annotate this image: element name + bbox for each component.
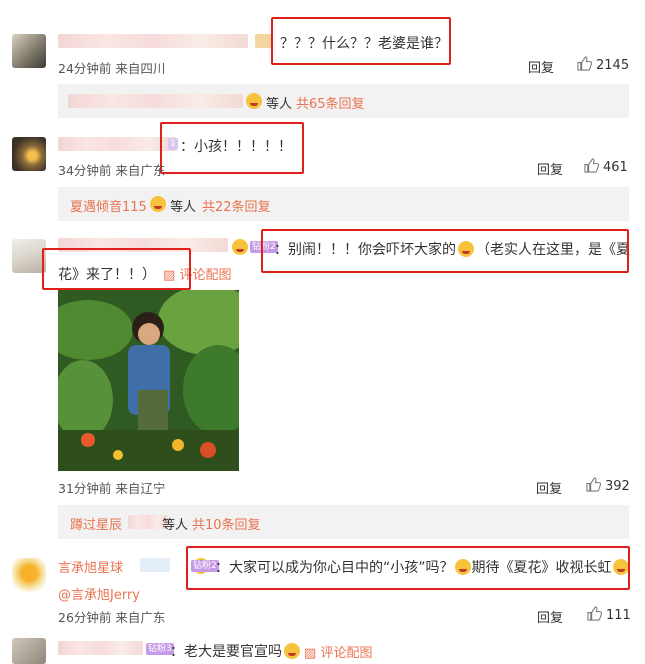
highlight-box bbox=[160, 122, 304, 174]
reply-summary[interactable]: 等人 共65条回复 bbox=[58, 84, 629, 118]
reply-count-link[interactable]: 共22条回复 bbox=[202, 196, 271, 215]
reply-username[interactable]: 蹲过星辰 bbox=[70, 514, 122, 533]
thumb-up-icon bbox=[584, 158, 600, 177]
comment-username[interactable]: 言承旭星球 bbox=[58, 557, 123, 576]
like-button[interactable]: 2145 bbox=[577, 56, 629, 75]
avatar[interactable] bbox=[12, 239, 46, 273]
reply-count-link[interactable]: 共65条回复 bbox=[296, 93, 365, 112]
reply-summary-text: 等人 bbox=[162, 518, 189, 533]
emoji-icon bbox=[232, 239, 248, 255]
thumb-up-icon bbox=[587, 606, 603, 625]
avatar[interactable] bbox=[12, 558, 46, 592]
like-count: 2145 bbox=[596, 58, 630, 73]
blurred-username bbox=[68, 94, 243, 108]
comment-image[interactable] bbox=[58, 290, 239, 471]
like-count: 111 bbox=[606, 608, 631, 623]
comment-photo bbox=[58, 290, 239, 471]
like-button[interactable]: 461 bbox=[584, 158, 628, 177]
reply-summary[interactable]: 夏遇倾音115 等人 共22条回复 bbox=[58, 187, 629, 221]
reply-button[interactable]: 回复 bbox=[537, 607, 563, 626]
reply-summary-text: 等人 bbox=[170, 200, 197, 215]
emoji-icon bbox=[150, 196, 166, 212]
reply-count-link[interactable]: 共10条回复 bbox=[192, 514, 261, 533]
blurred-username bbox=[140, 558, 170, 572]
comment-text: ：老大是要官宣吗 bbox=[170, 641, 300, 661]
thumb-up-icon bbox=[577, 56, 593, 75]
blurred-username bbox=[58, 34, 248, 48]
avatar[interactable] bbox=[12, 34, 46, 68]
highlight-box bbox=[42, 248, 191, 290]
mention-link[interactable]: @言承旭Jerry bbox=[58, 584, 140, 603]
like-button[interactable]: 111 bbox=[587, 606, 631, 625]
highlight-box bbox=[261, 229, 629, 273]
image-icon: ▨ bbox=[304, 646, 317, 661]
avatar[interactable] bbox=[12, 638, 46, 664]
blurred-username bbox=[58, 641, 143, 655]
like-count: 392 bbox=[605, 479, 630, 494]
comment-meta: 31分钟前 来自辽宁 bbox=[58, 481, 166, 496]
comment-meta: 26分钟前 来自广东 bbox=[58, 610, 166, 625]
reply-button[interactable]: 回复 bbox=[528, 57, 554, 76]
like-button[interactable]: 392 bbox=[586, 477, 630, 496]
highlight-box bbox=[271, 17, 451, 65]
avatar[interactable] bbox=[12, 137, 46, 171]
blurred-username bbox=[58, 137, 176, 151]
reply-username[interactable]: 夏遇倾音115 bbox=[70, 196, 147, 215]
reply-summary-text: 等人 bbox=[266, 97, 293, 112]
reply-summary[interactable]: 蹲过星辰 等人 共10条回复 bbox=[58, 505, 629, 539]
reply-button[interactable]: 回复 bbox=[537, 159, 563, 178]
emoji-icon bbox=[284, 643, 300, 659]
thumb-up-icon bbox=[586, 477, 602, 496]
comment-image-link[interactable]: ▨ 评论配图 bbox=[304, 642, 372, 661]
highlight-box bbox=[186, 546, 630, 590]
emoji-icon bbox=[246, 93, 262, 109]
reply-button[interactable]: 回复 bbox=[536, 478, 562, 497]
comment-meta: 24分钟前 来自四川 bbox=[58, 61, 166, 76]
like-count: 461 bbox=[603, 160, 628, 175]
comment-meta: 34分钟前 来自广东 bbox=[58, 163, 166, 178]
